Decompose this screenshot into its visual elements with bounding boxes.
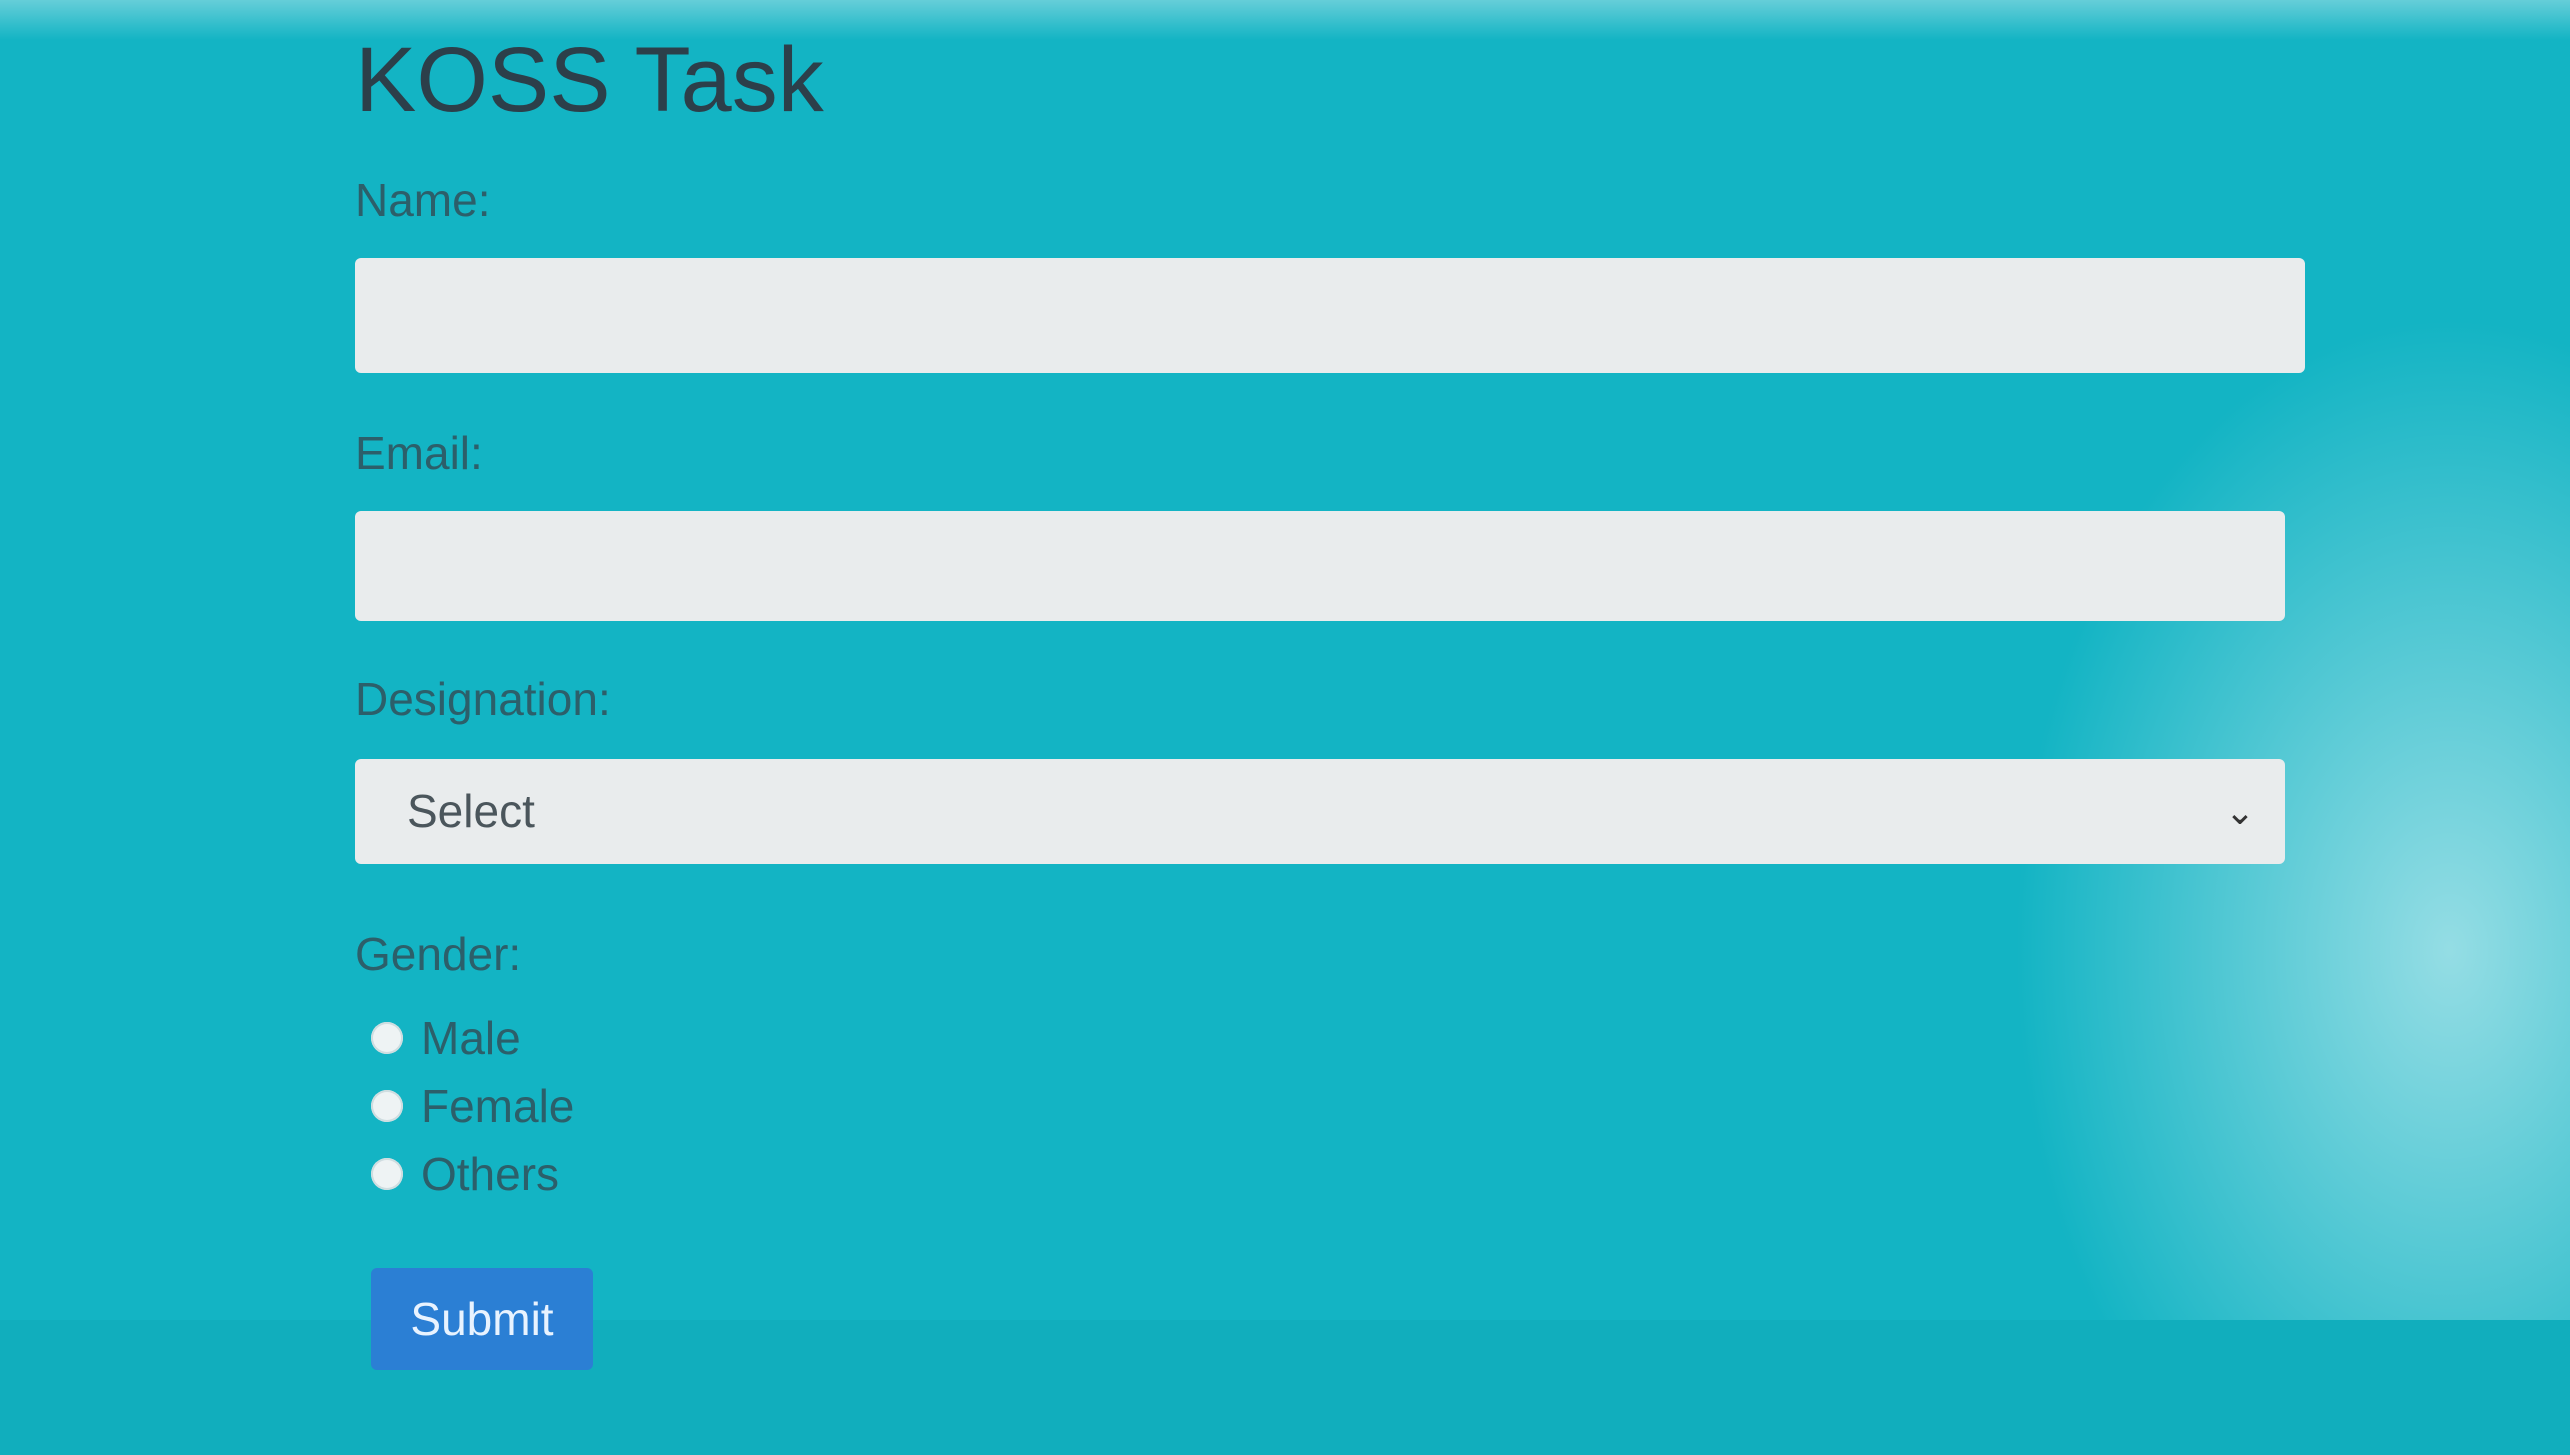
radio-label-others: Others: [421, 1148, 560, 1200]
email-input[interactable]: [355, 511, 2285, 621]
gender-option-others[interactable]: Others: [355, 1140, 2305, 1208]
gender-option-female[interactable]: Female: [355, 1072, 2305, 1140]
designation-label: Designation:: [355, 673, 611, 725]
designation-select[interactable]: Select ⌄: [355, 759, 2285, 864]
radio-button-female[interactable]: [371, 1090, 403, 1122]
name-label: Name:: [355, 174, 491, 226]
name-input[interactable]: [355, 258, 2305, 373]
submit-button[interactable]: Submit: [371, 1268, 593, 1370]
koss-form: KOSS Task Name: Email: Designation: Sele…: [355, 20, 2305, 1370]
radio-label-male: Male: [421, 1012, 521, 1064]
radio-button-others[interactable]: [371, 1158, 403, 1190]
gender-radio-group: Male Female Others: [355, 1004, 2305, 1208]
gender-option-male[interactable]: Male: [355, 1004, 2305, 1072]
radio-label-female: Female: [421, 1080, 575, 1132]
email-label: Email:: [355, 427, 483, 479]
page-title: KOSS Task: [355, 29, 824, 131]
chevron-down-icon: ⌄: [2224, 791, 2255, 832]
gender-label: Gender:: [355, 928, 522, 980]
designation-selected-value: Select: [407, 785, 535, 837]
radio-button-male[interactable]: [371, 1022, 403, 1054]
